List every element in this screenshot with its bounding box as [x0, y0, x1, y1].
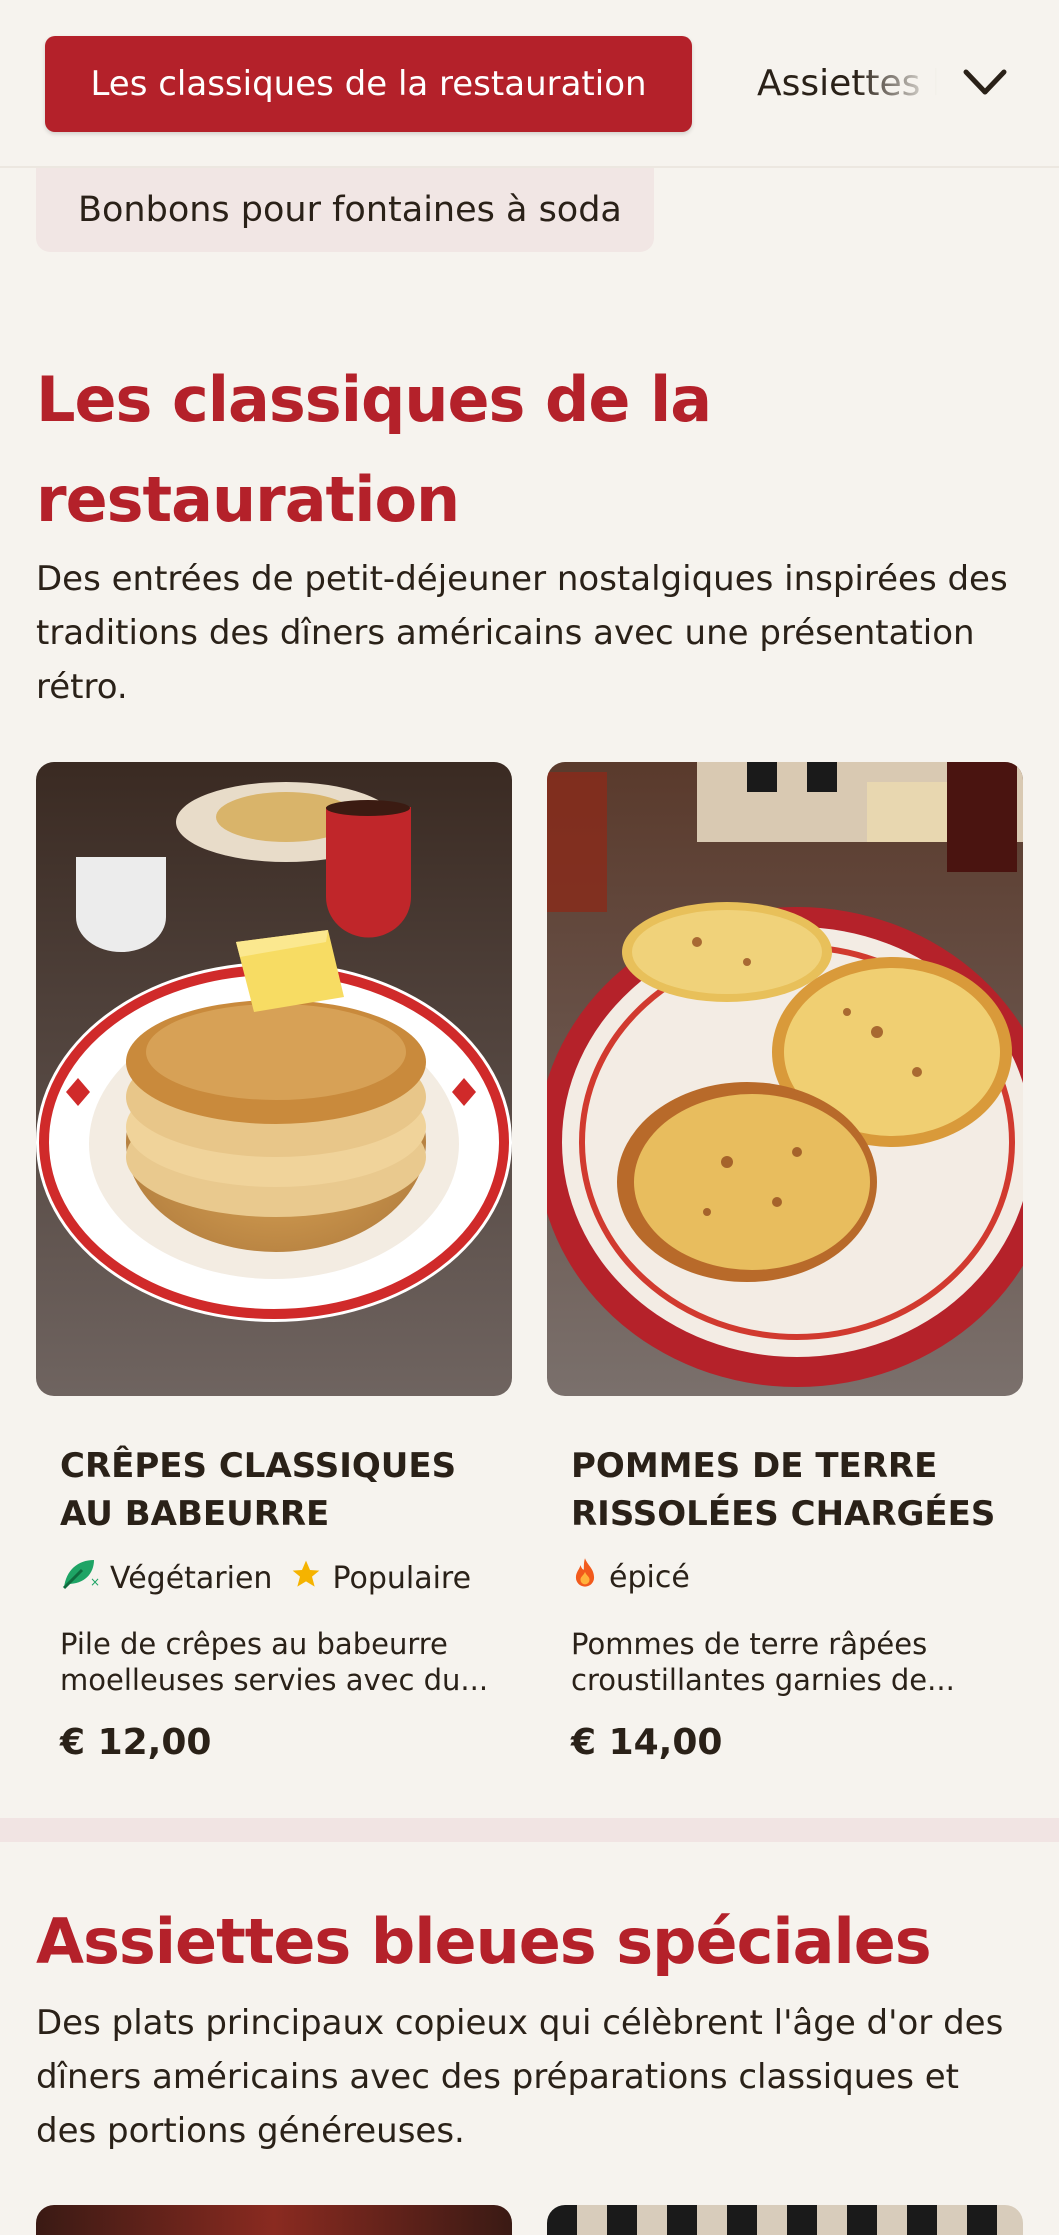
menu-item-image: [36, 2205, 512, 2235]
tag-label: Populaire: [332, 1560, 472, 1596]
star-icon: [290, 1558, 322, 1598]
category-tab-blue-plates[interactable]: Assiettes bleues spéciales: [757, 56, 937, 112]
menu-item-image: [36, 762, 512, 1396]
section-description: Des plats principaux copieux qui célèbre…: [36, 2003, 1004, 2151]
menu-item-description: Pommes de terre râpées croustillantes ga…: [571, 1627, 955, 1697]
menu-item-image: [547, 2205, 1023, 2235]
tag-label: épicé: [609, 1559, 690, 1595]
menu-item-tags: épicé: [571, 1556, 690, 1598]
section-title: Assiettes bleues spéciales: [36, 1905, 932, 1978]
svg-text:×: ×: [90, 1575, 100, 1589]
leaf-icon: ×: [60, 1556, 100, 1600]
section-divider: [0, 1818, 1059, 1842]
menu-item-tags: × Végétarien Populaire: [60, 1556, 471, 1600]
section-title: Les classiques de la restauration: [36, 363, 712, 536]
category-tab-classics[interactable]: Les classiques de la restauration: [45, 36, 692, 132]
flame-icon: [571, 1556, 599, 1598]
menu-item-name: POMMES DE TERRE RISSOLÉES CHARGÉES: [571, 1446, 996, 1534]
menu-item-price: € 12,00: [60, 1722, 212, 1763]
section-description: Des entrées de petit-déjeuner nostalgiqu…: [36, 559, 1008, 707]
menu-card[interactable]: POMMES DE TERRE RISSOLÉES CHARGÉES épicé…: [547, 762, 1023, 1763]
tag-label: Végétarien: [110, 1560, 273, 1596]
menu-item-name: CRÊPES CLASSIQUES AU BABEURRE: [60, 1446, 457, 1534]
dropdown-item-soda-candy[interactable]: Bonbons pour fontaines à soda: [36, 168, 654, 252]
menu-card[interactable]: CRÊPES CLASSIQUES AU BABEURRE × Végétari…: [36, 762, 512, 1763]
chevron-down-icon[interactable]: [960, 62, 1010, 102]
tag-vegetarian: × Végétarien: [60, 1556, 272, 1600]
menu-item-price: € 14,00: [571, 1722, 723, 1763]
tag-popular: Populaire: [290, 1558, 471, 1598]
menu-item-description: Pile de crêpes au babeurre moelleuses se…: [60, 1627, 489, 1697]
category-nav: Les classiques de la restauration Assiet…: [0, 0, 1059, 168]
tag-spicy: épicé: [571, 1556, 690, 1598]
menu-item-image: [547, 762, 1023, 1396]
